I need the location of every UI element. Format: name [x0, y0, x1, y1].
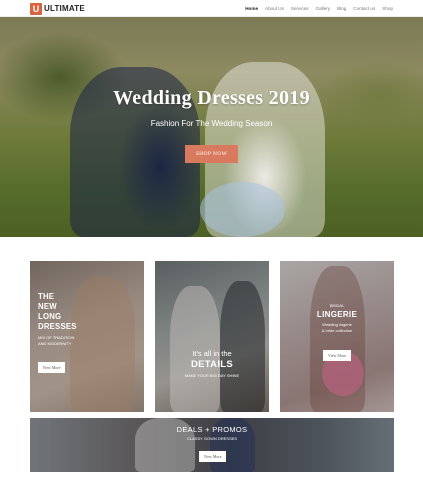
card-title-line: THE: [38, 292, 55, 301]
hero-banner: Wedding Dresses 2019 Fashion For The Wed…: [0, 17, 423, 237]
card-title-line: DRESSES: [38, 322, 77, 331]
shop-now-button[interactable]: SHOP NOW: [185, 145, 238, 163]
page: U ULTIMATE Home About Us Services Galler…: [0, 0, 423, 494]
main-nav: Home About Us Services Gallery Blog Cont…: [245, 0, 393, 17]
nav-contact-us[interactable]: Contact us: [353, 6, 375, 11]
logo-mark: U: [30, 2, 42, 15]
site-header: U ULTIMATE Home About Us Services Galler…: [0, 0, 423, 17]
view-more-button[interactable]: View More: [323, 350, 351, 361]
nav-about-us[interactable]: About Us: [265, 6, 284, 11]
hero-subtitle: Fashion For The Wedding Season: [150, 119, 273, 128]
card-subtitle-line: AND MODERNITY: [38, 341, 72, 346]
promo-banner-deals[interactable]: DEALS + PROMOS CLASSY GOWN DRESSES View …: [30, 418, 394, 472]
card-overlay: [155, 261, 269, 412]
view-more-button[interactable]: View More: [38, 362, 65, 373]
card-title-line: NEW: [38, 302, 57, 311]
card-subtitle: MIX OF TRADITION AND MODERNITY: [38, 335, 98, 347]
nav-home[interactable]: Home: [245, 6, 258, 11]
promo-card-new-long-dresses[interactable]: THE NEW LONG DRESSES MIX OF TRADITION AN…: [30, 261, 144, 412]
nav-gallery[interactable]: Gallery: [316, 6, 331, 11]
card-title-line2: DETAILS: [190, 359, 234, 370]
nav-services[interactable]: Services: [291, 6, 309, 11]
card-subtitle: MAKE YOUR BIG DAY SHINE: [184, 373, 240, 378]
card-eyebrow: BRIDAL: [329, 303, 345, 308]
card-subtitle: Wedding lingerie & bride collection: [280, 322, 394, 334]
card-subtitle-line: & bride collection: [321, 328, 353, 333]
nav-shop[interactable]: Shop: [382, 6, 393, 11]
banner-title: DEALS + PROMOS: [176, 425, 248, 434]
view-more-button[interactable]: View More: [199, 451, 226, 462]
hero-title: Wedding Dresses 2019: [113, 87, 310, 109]
card-title-line: LONG: [38, 312, 62, 321]
logo[interactable]: U ULTIMATE: [30, 2, 85, 15]
hero-photo-bouquet: [200, 182, 285, 237]
nav-blog[interactable]: Blog: [337, 6, 346, 11]
banner-subtitle: CLASSY GOWN DRESSES: [187, 436, 237, 441]
card-overlay: [280, 261, 394, 412]
promo-card-details[interactable]: It's all in the DETAILS MAKE YOUR BIG DA…: [155, 261, 269, 412]
card-title: LINGERIE: [316, 310, 358, 319]
card-title: THE NEW LONG DRESSES: [38, 292, 98, 332]
logo-text: ULTIMATE: [44, 4, 85, 13]
card-title-line1: It's all in the: [192, 349, 232, 358]
promo-card-lingerie[interactable]: BRIDAL LINGERIE Wedding lingerie & bride…: [280, 261, 394, 412]
